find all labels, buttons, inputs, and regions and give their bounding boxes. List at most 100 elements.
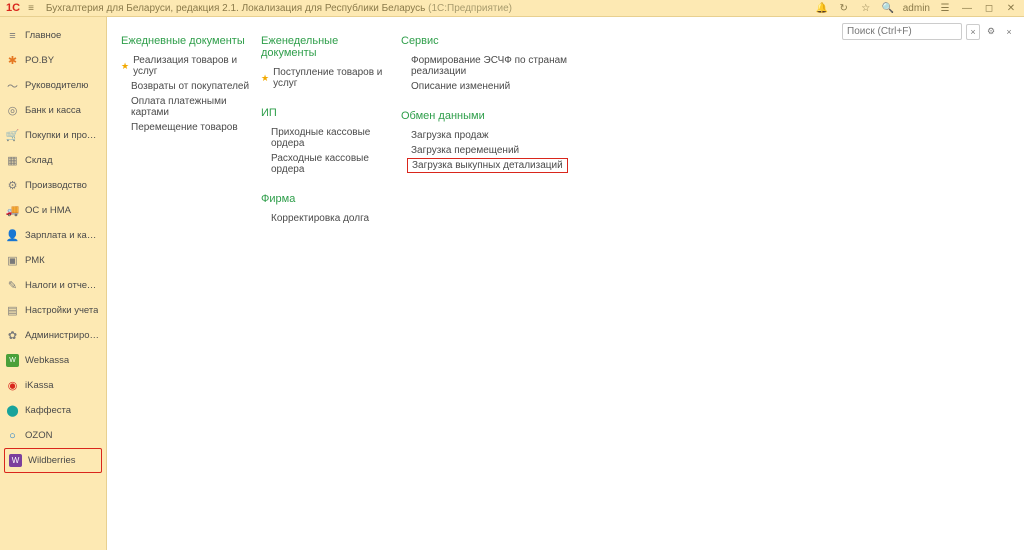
sidebar-icon: 🚚 (6, 204, 19, 217)
sidebar-item[interactable]: W Webkassa (0, 348, 106, 373)
close-panel-icon[interactable]: × (1002, 24, 1016, 40)
sidebar-item[interactable]: WWildberries (4, 448, 102, 473)
sidebar-icon: W (9, 454, 22, 467)
section-items: Приходные кассовые ордера Расходные кассо… (261, 125, 391, 177)
sidebar-item[interactable]: ⬤Каффеста (0, 398, 106, 423)
sidebar-item[interactable]: ○ OZON (0, 423, 106, 448)
sidebar-label: iKassa (25, 380, 54, 391)
link-item[interactable]: Возвраты от покупателей (121, 79, 251, 94)
sidebar-item[interactable]: ✎Налоги и отчетность (0, 273, 106, 298)
link-text: Перемещение товаров (131, 122, 238, 133)
close-icon[interactable]: ✕ (1004, 3, 1018, 14)
column-weekly: Еженедельные документы ★ Поступление това… (261, 35, 391, 242)
star-icon[interactable]: ☆ (859, 3, 873, 14)
link-item[interactable]: Загрузка перемещений (401, 143, 621, 158)
link-text: Загрузка выкупных детализаций (412, 160, 563, 171)
sidebar-icon: ○ (6, 429, 19, 442)
sidebar-item[interactable]: ≡Главное (0, 23, 106, 48)
sidebar-item[interactable]: ◉ iKassa (0, 373, 106, 398)
section-title: Еженедельные документы (261, 35, 391, 59)
section-title: Фирма (261, 193, 391, 205)
link-item[interactable]: Формирование ЭСЧФ по странам реализации (401, 53, 621, 79)
link-item[interactable]: Перемещение товаров (121, 120, 251, 135)
breadcrumb-main: Бухгалтерия для Беларуси, редакция 2.1. … (46, 3, 425, 14)
sidebar-label: Склад (25, 155, 53, 166)
link-item[interactable]: ★Реализация товаров и услуг (121, 53, 251, 79)
link-text: Приходные кассовые ордера (271, 127, 391, 149)
link-text: Загрузка перемещений (411, 145, 519, 156)
link-text: Оплата платежными картами (131, 96, 251, 118)
sidebar-label: Руководителю (25, 80, 88, 91)
search-icon[interactable]: 🔍 (881, 3, 895, 14)
section-title: ИП (261, 107, 391, 119)
link-item[interactable]: Приходные кассовые ордера (261, 125, 391, 151)
sidebar-label: OZON (25, 430, 52, 441)
sidebar-icon: 〜 (6, 79, 19, 92)
sidebar-icon: W (6, 354, 19, 367)
sidebar-label: Покупки и продажи (25, 130, 100, 141)
link-item[interactable]: Корректировка долга (261, 211, 391, 226)
link-item[interactable]: Загрузка продаж (401, 128, 621, 143)
column-service: Сервис Формирование ЭСЧФ по странам реал… (401, 35, 621, 242)
sidebar-label: Администрирование (25, 330, 100, 341)
breadcrumb: Бухгалтерия для Беларуси, редакция 2.1. … (46, 3, 512, 14)
sidebar-icon: 👤 (6, 229, 19, 242)
sidebar-item[interactable]: ✱PO.BY (0, 48, 106, 73)
maximize-icon[interactable]: ◻ (982, 3, 996, 14)
section-daily: Ежедневные документы ★Реализация товаров… (121, 35, 251, 135)
columns: Ежедневные документы ★Реализация товаров… (121, 35, 1024, 242)
sidebar-item[interactable]: 🚚ОС и НМА (0, 198, 106, 223)
gear-icon[interactable]: ⚙ (984, 24, 998, 40)
sidebar-item[interactable]: ▤Настройки учета (0, 298, 106, 323)
section-items: ★Реализация товаров и услугВозвраты от п… (121, 53, 251, 135)
sidebar-item[interactable]: 🛒 Покупки и продажи (0, 123, 106, 148)
section-firm: Фирма Корректировка долга (261, 193, 391, 226)
search-input[interactable] (842, 23, 962, 40)
history-icon[interactable]: ↻ (837, 3, 851, 14)
sidebar-item[interactable]: ▣РМК (0, 248, 106, 273)
hamburger-icon[interactable]: ≡ (28, 3, 34, 14)
section-items: Загрузка продаж Загрузка перемещений Загру… (401, 128, 621, 173)
link-text: Поступление товаров и услуг (273, 67, 391, 89)
sidebar-label: Webkassa (25, 355, 69, 366)
link-item[interactable]: Загрузка выкупных детализаций (407, 158, 568, 173)
header-bar: 1C ≡ Бухгалтерия для Беларуси, редакция … (0, 0, 1024, 17)
user-label[interactable]: admin (903, 3, 930, 14)
sidebar-label: Производство (25, 180, 87, 191)
menu-icon[interactable]: ☰ (938, 3, 952, 14)
sidebar-label: РМК (25, 255, 45, 266)
clear-button[interactable]: × (966, 24, 980, 40)
main-content: × ⚙ × Ежедневные документы ★Реализация т… (107, 17, 1024, 550)
sidebar: ≡Главное✱PO.BY 〜 Руководителю ◎Банк и касса… (0, 17, 107, 550)
link-text: Формирование ЭСЧФ по странам реализации (411, 55, 621, 77)
section-service: Сервис Формирование ЭСЧФ по странам реал… (401, 35, 621, 94)
link-item[interactable]: Расходные кассовые ордера (261, 151, 391, 177)
sidebar-item[interactable]: ▦ Склад (0, 148, 106, 173)
sidebar-icon: 🛒 (6, 129, 19, 142)
sidebar-icon: ⬤ (6, 404, 19, 417)
sidebar-item[interactable]: ◎Банк и касса (0, 98, 106, 123)
sidebar-item[interactable]: ✿ Администрирование (0, 323, 106, 348)
logo-1c: 1C (6, 2, 20, 14)
sidebar-icon: ✿ (6, 329, 19, 342)
sidebar-icon: ▦ (6, 154, 19, 167)
section-title: Обмен данными (401, 110, 621, 122)
minimize-icon[interactable]: — (960, 3, 974, 14)
link-text: Корректировка долга (271, 213, 369, 224)
sidebar-item[interactable]: 👤Зарплата и кадры (0, 223, 106, 248)
link-item[interactable]: ★ Поступление товаров и услуг (261, 65, 391, 91)
column-daily: Ежедневные документы ★Реализация товаров… (121, 35, 251, 242)
link-text: Реализация товаров и услуг (133, 55, 251, 77)
sidebar-item[interactable]: 〜 Руководителю (0, 73, 106, 98)
section-title: Ежедневные документы (121, 35, 251, 47)
link-text: Расходные кассовые ордера (271, 153, 391, 175)
sidebar-icon: ◉ (6, 379, 19, 392)
sidebar-item[interactable]: ⚙Производство (0, 173, 106, 198)
section-items: Формирование ЭСЧФ по странам реализации О… (401, 53, 621, 94)
link-item[interactable]: Описание изменений (401, 79, 621, 94)
sidebar-icon: ✱ (6, 54, 19, 67)
star-icon: ★ (261, 73, 269, 84)
link-item[interactable]: Оплата платежными картами (121, 94, 251, 120)
sidebar-label: Настройки учета (25, 305, 98, 316)
bell-icon[interactable]: 🔔 (815, 3, 829, 14)
